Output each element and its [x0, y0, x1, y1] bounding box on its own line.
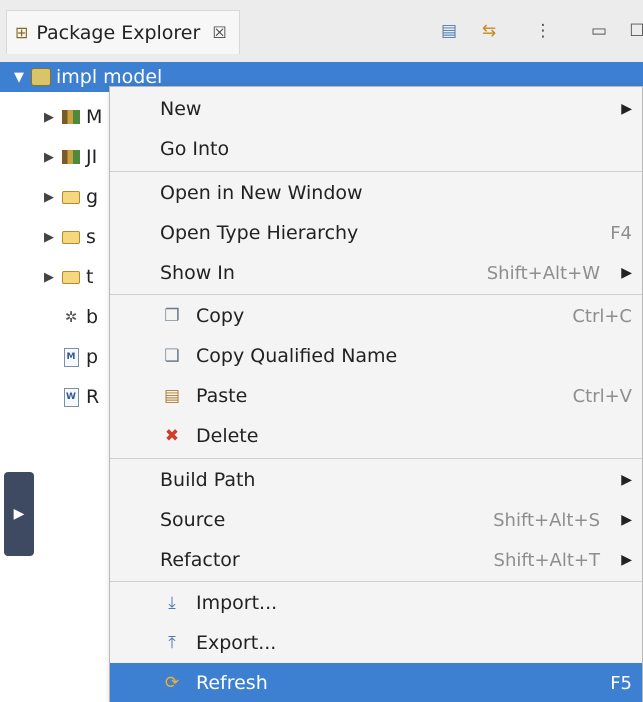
menu-item-accelerator: Shift+Alt+T	[493, 549, 600, 571]
menu-item-label: Copy	[196, 305, 245, 327]
menu-separator	[110, 171, 642, 172]
menu-item-label: Show In	[160, 262, 235, 284]
menu-item-copy[interactable]: ❐ Copy Ctrl+C	[110, 296, 642, 336]
copy-icon: ❐	[164, 306, 180, 326]
submenu-arrow-icon: ▶	[621, 472, 632, 488]
menu-item-label: New	[160, 98, 202, 120]
menu-item-go-into[interactable]: Go Into	[110, 129, 642, 169]
menu-item-show-in[interactable]: Show In Shift+Alt+W ▶	[110, 253, 642, 293]
menu-item-label: Copy Qualified Name	[196, 345, 398, 367]
view-menu-icon[interactable]: ⋮	[532, 20, 554, 42]
minimize-icon[interactable]: ▭	[588, 20, 610, 42]
menu-item-accelerator: Shift+Alt+S	[493, 509, 600, 531]
tree-item-label: JI	[86, 146, 98, 168]
delete-icon: ✖	[164, 426, 180, 446]
submenu-arrow-icon: ▶	[621, 512, 632, 528]
context-menu: New ▶ Go Into Open in New Window Open Ty…	[109, 86, 643, 702]
menu-item-source[interactable]: Source Shift+Alt+S ▶	[110, 500, 642, 540]
menu-item-accelerator: Ctrl+V	[572, 385, 632, 407]
collapse-twisty-icon[interactable]: ▶	[42, 150, 56, 165]
link-with-editor-icon[interactable]: ⇆	[478, 20, 500, 42]
menu-item-open-type-hierarchy[interactable]: Open Type Hierarchy F4	[110, 213, 642, 253]
menu-item-label: Export...	[196, 632, 277, 654]
view-header: ⊞ Package Explorer ☒ ▤ ⇆ ⋮ ▭ ☐	[0, 0, 643, 64]
expand-twisty-icon[interactable]: ▼	[12, 70, 26, 85]
maven-pom-icon: M	[60, 347, 82, 367]
tree-item[interactable]: ▶ M	[42, 102, 102, 132]
menu-item-refactor[interactable]: Refactor Shift+Alt+T ▶	[110, 540, 642, 580]
menu-item-new[interactable]: New ▶	[110, 89, 642, 129]
tree-item-label: R	[86, 386, 100, 408]
menu-separator	[110, 294, 642, 295]
copy-qualified-name-icon: ❏	[164, 346, 180, 366]
package-explorer-icon: ⊞	[15, 23, 29, 42]
refresh-icon: ⟳	[164, 673, 180, 693]
library-icon	[60, 148, 82, 166]
tree-item[interactable]: ▶ s	[42, 222, 96, 252]
tree-item-label: b	[86, 306, 99, 328]
import-icon: ⤓	[168, 593, 176, 613]
tree-item-label: g	[86, 186, 99, 208]
submenu-arrow-icon: ▶	[621, 265, 632, 281]
menu-item-paste[interactable]: ▤ Paste Ctrl+V	[110, 376, 642, 416]
menu-item-accelerator: F4	[610, 222, 632, 244]
menu-item-accelerator: F5	[610, 672, 632, 694]
menu-item-import[interactable]: ⤓ Import...	[110, 583, 642, 623]
tree-item-label: p	[86, 346, 99, 368]
menu-item-label: Refactor	[160, 549, 240, 571]
submenu-arrow-icon: ▶	[621, 101, 632, 117]
tree-item-label: t	[86, 266, 94, 288]
paste-icon: ▤	[163, 386, 181, 406]
tree-item-label: s	[86, 226, 96, 248]
menu-item-label: Source	[160, 509, 226, 531]
close-view-icon[interactable]: ☒	[212, 23, 226, 42]
tree-item-label: M	[86, 106, 103, 128]
tree-item[interactable]: ▶ JI	[42, 142, 97, 172]
readme-icon: W	[60, 387, 82, 407]
library-icon	[60, 108, 82, 126]
menu-separator	[110, 458, 642, 459]
menu-item-refresh[interactable]: ⟳ Refresh F5	[110, 663, 642, 702]
tree-item[interactable]: ▶ t	[42, 262, 93, 292]
submenu-arrow-icon: ▶	[621, 552, 632, 568]
folder-icon	[60, 228, 82, 246]
folder-icon	[60, 188, 82, 206]
menu-item-label: Paste	[196, 385, 248, 407]
menu-item-delete[interactable]: ✖ Delete	[110, 416, 642, 456]
project-label: impl model	[56, 66, 163, 88]
tree-item[interactable]: ▶ g	[42, 182, 98, 212]
menu-item-label: Refresh	[196, 672, 268, 694]
menu-item-label: Import...	[196, 592, 278, 614]
collapse-twisty-icon[interactable]: ▶	[42, 270, 56, 285]
restore-arrow-icon[interactable]: ▶	[14, 506, 25, 522]
menu-item-label: Go Into	[160, 138, 230, 160]
collapse-twisty-icon[interactable]: ▶	[42, 230, 56, 245]
folder-icon	[60, 268, 82, 286]
tree-item[interactable]: M p	[56, 342, 98, 372]
menu-item-label: Open Type Hierarchy	[160, 222, 359, 244]
maximize-icon[interactable]: ☐	[626, 20, 643, 42]
project-icon	[30, 68, 52, 86]
menu-item-export[interactable]: ⤒ Export...	[110, 623, 642, 663]
bin-icon: ✲	[64, 308, 78, 326]
package-explorer-tab[interactable]: ⊞ Package Explorer ☒	[6, 10, 240, 54]
menu-item-label: Open in New Window	[160, 182, 363, 204]
export-icon: ⤒	[168, 633, 176, 653]
collapse-twisty-icon[interactable]: ▶	[42, 110, 56, 125]
collapse-all-icon[interactable]: ▤	[438, 20, 460, 42]
view-title: Package Explorer	[36, 21, 201, 44]
menu-item-label: Delete	[196, 425, 259, 447]
minimized-stack-trim[interactable]: ▶	[4, 472, 34, 556]
collapse-twisty-icon[interactable]: ▶	[42, 190, 56, 205]
menu-item-label: Build Path	[160, 469, 256, 491]
menu-item-copy-qualified-name[interactable]: ❏ Copy Qualified Name	[110, 336, 642, 376]
menu-item-build-path[interactable]: Build Path ▶	[110, 460, 642, 500]
menu-separator	[110, 581, 642, 582]
tree-item[interactable]: W R	[56, 382, 99, 412]
menu-item-accelerator: Shift+Alt+W	[486, 262, 600, 284]
tree-item[interactable]: ✲ b	[56, 302, 98, 332]
menu-item-accelerator: Ctrl+C	[572, 305, 632, 327]
menu-item-open-in-new-window[interactable]: Open in New Window	[110, 173, 642, 213]
